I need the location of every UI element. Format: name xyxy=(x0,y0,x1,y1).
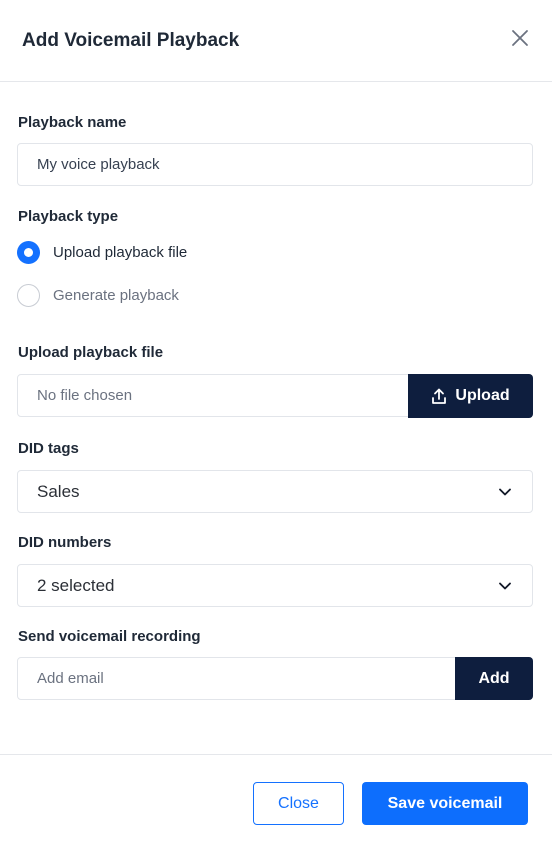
save-voicemail-button[interactable]: Save voicemail xyxy=(362,782,528,825)
upload-file-label: Upload playback file xyxy=(18,344,164,361)
did-numbers-label: DID numbers xyxy=(18,534,112,551)
did-numbers-select[interactable]: 2 selected xyxy=(17,564,533,607)
add-button-label: Add xyxy=(478,669,510,687)
radio-upload-playback-file[interactable] xyxy=(17,241,40,264)
close-icon[interactable] xyxy=(510,28,530,48)
modal-header: Add Voicemail Playback xyxy=(0,0,552,82)
playback-name-label: Playback name xyxy=(18,114,127,131)
radio-generate-playback[interactable] xyxy=(17,284,40,307)
chevron-down-icon xyxy=(499,582,511,590)
upload-button-label: Upload xyxy=(455,387,510,404)
radio-upload-label: Upload playback file xyxy=(53,244,188,261)
playback-name-value: My voice playback xyxy=(37,156,160,173)
did-numbers-value: 2 selected xyxy=(37,576,115,595)
chevron-down-icon xyxy=(499,488,511,496)
playback-name-input[interactable]: My voice playback xyxy=(17,143,533,186)
playback-type-label: Playback type xyxy=(18,208,119,225)
did-tags-select[interactable]: Sales xyxy=(17,470,533,513)
modal-title: Add Voicemail Playback xyxy=(22,30,240,51)
email-placeholder: Add email xyxy=(37,670,104,687)
file-chosen-text: No file chosen xyxy=(37,387,133,404)
footer-divider xyxy=(0,754,552,755)
add-email-button[interactable]: Add xyxy=(455,657,533,700)
send-recording-label: Send voicemail recording xyxy=(18,628,201,645)
save-voicemail-label: Save voicemail xyxy=(387,794,503,812)
radio-generate-label: Generate playback xyxy=(53,287,179,304)
upload-icon xyxy=(432,388,447,404)
close-button[interactable]: Close xyxy=(253,782,344,825)
did-tags-label: DID tags xyxy=(18,440,79,457)
did-tags-value: Sales xyxy=(37,482,80,501)
close-button-label: Close xyxy=(278,794,319,812)
upload-button[interactable]: Upload xyxy=(408,374,533,418)
